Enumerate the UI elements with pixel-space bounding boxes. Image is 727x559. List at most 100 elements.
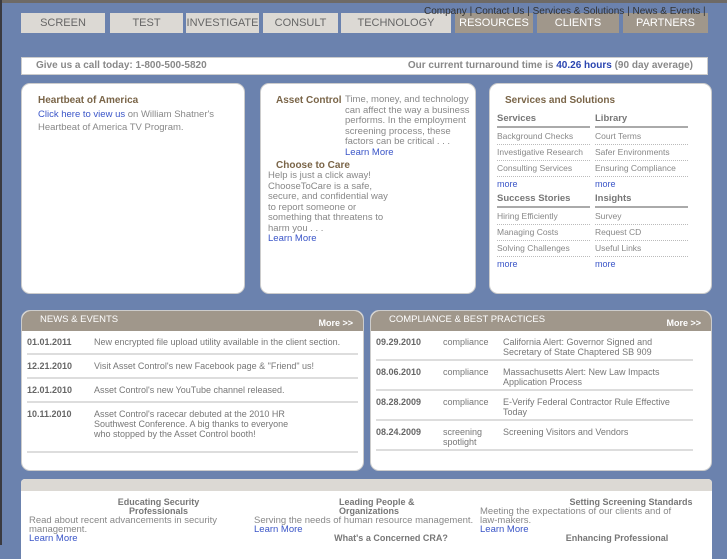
link-company[interactable]: Company <box>424 6 467 17</box>
list-item[interactable]: Request CD <box>595 225 688 241</box>
nav-screen[interactable]: SCREEN <box>21 13 105 33</box>
asset-learn-more[interactable]: Learn More <box>345 147 394 158</box>
compliance-row[interactable]: 08.28.2009 compliance E-Verify Federal Con… <box>376 391 693 421</box>
compliance-category: compliance <box>443 367 489 377</box>
news-row[interactable]: 01.01.2011 New encrypted file upload util… <box>27 331 358 355</box>
services-title: Services and Solutions <box>505 95 616 106</box>
compliance-category: compliance <box>443 397 489 407</box>
bottom-panel: Educating Security Professionals Read ab… <box>21 479 712 559</box>
news-more-link[interactable]: More >> <box>318 318 353 328</box>
news-date: 10.11.2010 <box>27 409 72 419</box>
bottom-learn-more-3[interactable]: Learn More <box>480 524 529 535</box>
compliance-date: 08.06.2010 <box>376 367 422 377</box>
col-heading: Services <box>497 113 590 128</box>
nav-consult[interactable]: CONSULT <box>263 13 338 33</box>
list-item[interactable]: Managing Costs <box>497 225 590 241</box>
turnaround-value: 40.26 hours <box>556 60 612 71</box>
compliance-category: screening spotlight <box>443 427 483 447</box>
compliance-date: 08.28.2009 <box>376 397 422 407</box>
heartbeat-title: Heartbeat of America <box>38 95 139 106</box>
col-heading: Success Stories <box>497 193 590 208</box>
services-col: Services Background Checks Investigative… <box>497 113 590 189</box>
bottom-title-2b: What's a Concerned CRA? <box>334 533 448 543</box>
news-text: New encrypted file upload utility availa… <box>94 337 341 347</box>
care-text: Help is just a click away! ChooseToCare … <box>268 170 388 245</box>
link-services-solutions[interactable]: Services & Solutions <box>533 6 625 17</box>
news-header: NEWS & EVENTS More >> <box>22 311 363 331</box>
compliance-panel: COMPLIANCE & BEST PRACTICES More >> 09.29… <box>370 310 712 471</box>
compliance-text: Screening Visitors and Vendors <box>503 427 629 437</box>
asset-desc: Time, money, and technology can affect t… <box>345 94 470 147</box>
list-item[interactable]: Investigative Research <box>497 145 590 161</box>
heartbeat-card: Heartbeat of America Click here to view … <box>21 83 245 294</box>
list-item[interactable]: Consulting Services <box>497 161 590 177</box>
list-item[interactable]: Background Checks <box>497 129 590 145</box>
link-news-events[interactable]: News & Events <box>632 6 700 17</box>
bottom-title-1: Educating Security Professionals <box>117 497 200 516</box>
compliance-date: 08.24.2009 <box>376 427 422 437</box>
compliance-text: E-Verify Federal Contractor Rule Effecti… <box>503 397 670 417</box>
nav-test[interactable]: TEST <box>110 13 183 33</box>
heartbeat-text: Click here to view us on William Shatner… <box>38 108 228 134</box>
compliance-row[interactable]: 08.06.2010 compliance Massachusetts Alert:… <box>376 361 693 391</box>
compliance-date: 09.29.2010 <box>376 337 422 347</box>
news-row[interactable]: 12.21.2010 Visit Asset Control's new Face… <box>27 355 358 379</box>
list-item[interactable]: Survey <box>595 209 688 225</box>
news-text: Visit Asset Control's new Facebook page … <box>94 361 315 371</box>
bottom-title-2: Leading People & Organizations <box>339 497 415 516</box>
compliance-text: California Alert: Governor Signed and Se… <box>503 337 653 357</box>
more-link[interactable]: more <box>497 179 590 189</box>
link-contact-us[interactable]: Contact Us <box>475 6 524 17</box>
bottom-header <box>21 479 712 491</box>
more-link[interactable]: more <box>497 259 590 269</box>
compliance-row[interactable]: 09.29.2010 compliance California Alert: Go… <box>376 331 693 361</box>
bottom-learn-more-2[interactable]: Learn More <box>254 524 303 535</box>
success-col: Success Stories Hiring Efficiently Manag… <box>497 193 590 269</box>
info-bar: Give us a call today: 1-800-500-5820 Our… <box>21 57 708 75</box>
news-text: Asset Control's new YouTube channel rele… <box>94 385 285 395</box>
compliance-more-link[interactable]: More >> <box>666 318 701 328</box>
list-item[interactable]: Hiring Efficiently <box>497 209 590 225</box>
bottom-text-1: Read about recent advancements in securi… <box>29 515 217 535</box>
compliance-title: COMPLIANCE & BEST PRACTICES <box>389 314 546 325</box>
care-learn-more[interactable]: Learn More <box>268 233 317 244</box>
news-title: NEWS & EVENTS <box>40 314 119 325</box>
insights-col: Insights Survey Request CD Useful Links … <box>595 193 688 269</box>
news-row[interactable]: 12.01.2010 Asset Control's new YouTube ch… <box>27 379 358 403</box>
bottom-text-3: Meeting the expectations of our clients … <box>480 506 672 526</box>
asset-card: Asset Control Time, money, and technolog… <box>260 83 476 294</box>
services-card: Services and Solutions Services Backgrou… <box>489 83 712 294</box>
col-heading: Insights <box>595 193 688 208</box>
turnaround-suffix: (90 day average) <box>611 60 693 71</box>
heartbeat-link[interactable]: Click here to view us <box>38 109 125 120</box>
turnaround-text: Our current turnaround time is 40.26 hou… <box>408 58 693 74</box>
library-col: Library Court Terms Safer Environments E… <box>595 113 688 189</box>
compliance-text: Massachusetts Alert: New Law Impacts App… <box>503 367 660 387</box>
more-link[interactable]: more <box>595 179 688 189</box>
asset-title: Asset Control <box>276 95 342 106</box>
list-item[interactable]: Safer Environments <box>595 145 688 161</box>
turnaround-prefix: Our current turnaround time is <box>407 60 557 71</box>
news-row[interactable]: 10.11.2010 Asset Control's racecar debute… <box>27 403 358 453</box>
compliance-header: COMPLIANCE & BEST PRACTICES More >> <box>371 311 711 331</box>
list-item[interactable]: Court Terms <box>595 129 688 145</box>
call-text: Give us a call today: 1-800-500-5820 <box>36 60 207 71</box>
news-date: 12.01.2010 <box>27 385 73 395</box>
news-text: Asset Control's racecar debuted at the 2… <box>94 409 289 439</box>
compliance-category: compliance <box>443 337 489 347</box>
bottom-title-3b: Enhancing Professional <box>565 533 669 543</box>
col-heading: Library <box>595 113 688 128</box>
news-panel: NEWS & EVENTS More >> 01.01.2011 New encry… <box>21 310 364 471</box>
top-strip <box>2 0 727 3</box>
compliance-row[interactable]: 08.24.2009 screening spotlight Screening V… <box>376 421 693 451</box>
bottom-learn-more-1[interactable]: Learn More <box>29 533 78 544</box>
nav-investigate[interactable]: INVESTIGATE <box>186 13 259 33</box>
asset-text: Time, money, and technology can affect t… <box>345 94 470 158</box>
list-item[interactable]: Ensuring Compliance <box>595 161 688 177</box>
news-date: 12.21.2010 <box>27 361 73 371</box>
list-item[interactable]: Solving Challenges <box>497 241 590 257</box>
news-date: 01.01.2011 <box>27 337 72 347</box>
care-desc: Help is just a click away! ChooseToCare … <box>268 170 388 234</box>
list-item[interactable]: Useful Links <box>595 241 688 257</box>
more-link[interactable]: more <box>595 259 688 269</box>
